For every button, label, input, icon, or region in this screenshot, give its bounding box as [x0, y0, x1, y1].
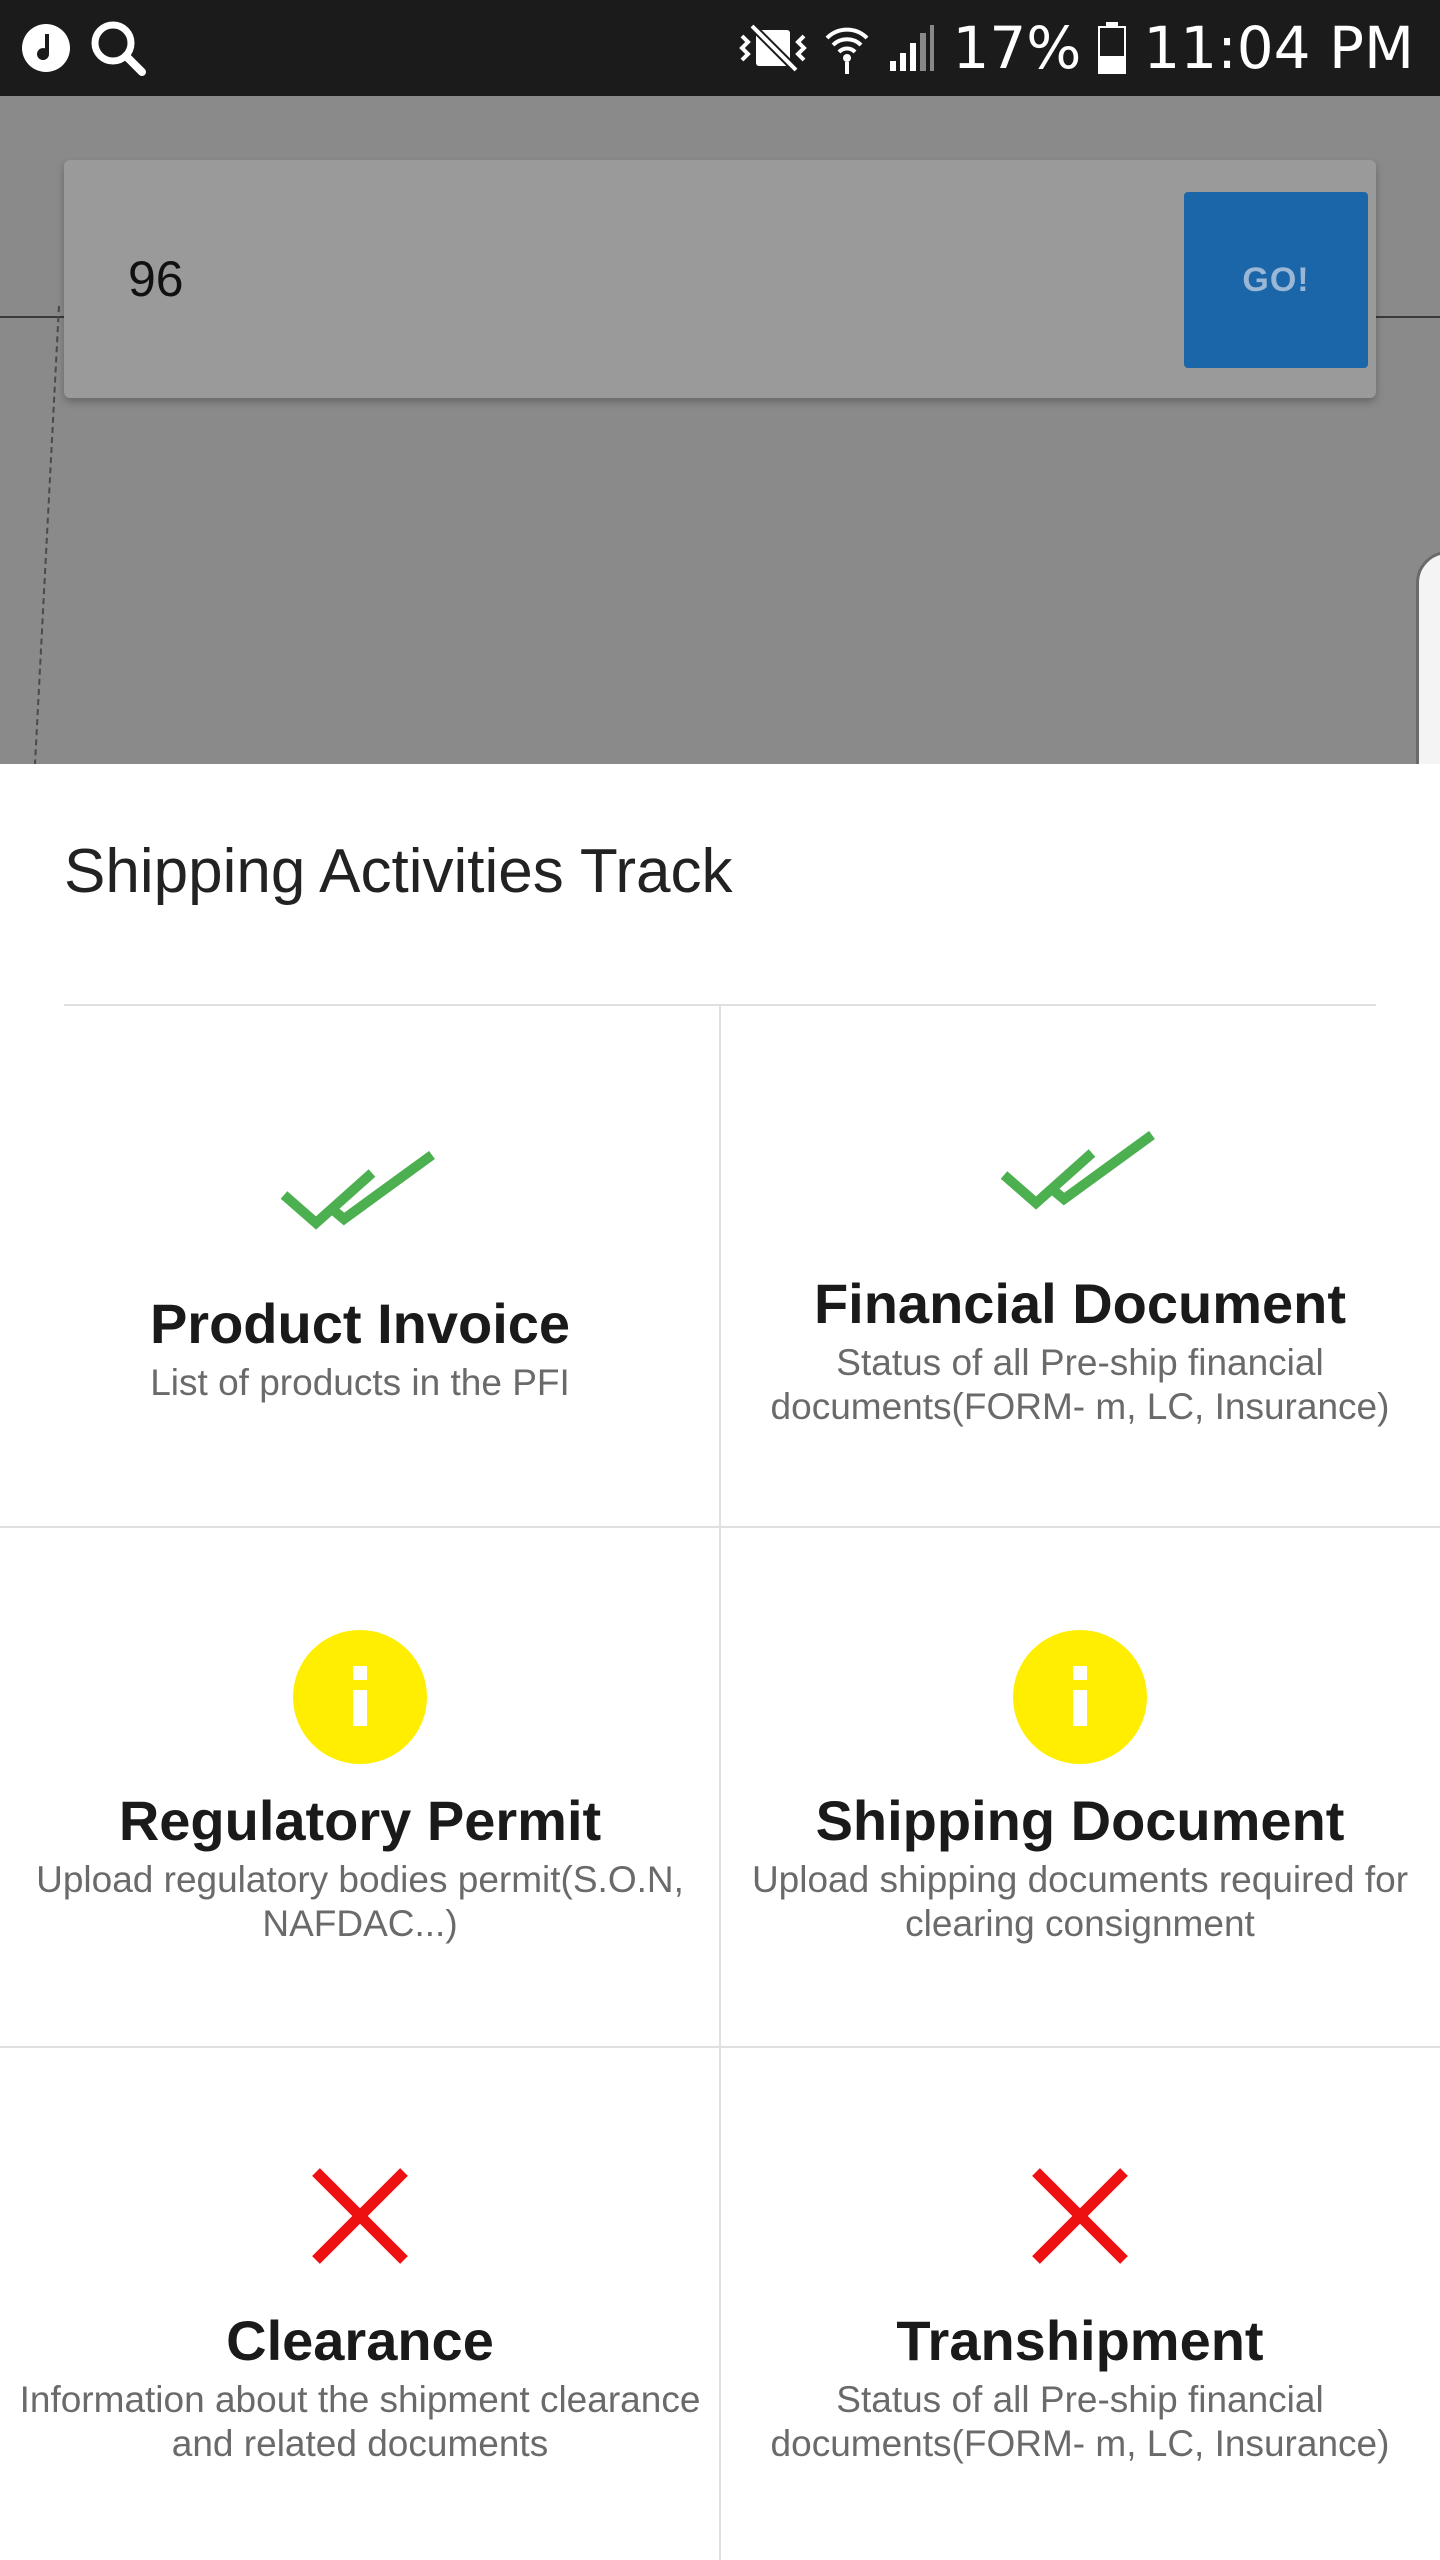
activity-regulatory-permit[interactable]: Regulatory Permit Upload regulatory bodi… [0, 1526, 720, 2046]
battery-percent: 17% [952, 14, 1082, 82]
activity-description: Status of all Pre-ship financial documen… [770, 1341, 1390, 1427]
activity-title: Shipping Document [815, 1789, 1345, 1852]
music-note-icon [22, 24, 70, 72]
map-road [1370, 316, 1440, 318]
activity-title: Transhipment [896, 2309, 1264, 2372]
activity-title: Clearance [226, 2309, 494, 2372]
activity-shipping-document[interactable]: Shipping Document Upload shipping docume… [720, 1526, 1440, 2046]
double-check-icon [1000, 1131, 1155, 1210]
activity-product-invoice[interactable]: Product Invoice List of products in the … [0, 1006, 720, 1526]
shipping-activities-sheet: Shipping Activities Track Product Invoic… [0, 764, 1440, 2560]
map-edge-panel [1416, 551, 1440, 766]
activities-grid: Product Invoice List of products in the … [0, 1006, 1440, 2560]
go-button[interactable]: GO! [1184, 192, 1368, 368]
activity-title: Financial Document [813, 1272, 1347, 1335]
activity-description: Upload shipping documents required for c… [751, 1858, 1409, 1944]
activity-title: Regulatory Permit [118, 1789, 602, 1852]
search-icon [91, 21, 146, 76]
activity-financial-document[interactable]: Financial Document Status of all Pre-shi… [720, 1006, 1440, 1526]
info-icon [293, 1630, 427, 1764]
clock: 11:04 PM [1143, 14, 1414, 82]
search-card: GO! [64, 160, 1376, 398]
mute-vibrate-icon [739, 23, 808, 73]
map-boundary [33, 306, 60, 766]
activity-description: Status of all Pre-ship financial documen… [770, 2378, 1390, 2464]
activity-transhipment[interactable]: Transhipment Status of all Pre-ship fina… [720, 2046, 1440, 2560]
search-input[interactable] [64, 160, 1164, 398]
battery-icon [1098, 22, 1127, 74]
wifi-icon [826, 27, 869, 74]
map-road [0, 316, 70, 318]
activity-description: Upload regulatory bodies permit(S.O.N, N… [36, 1858, 684, 1944]
cross-icon [312, 2168, 408, 2264]
activity-title: Product Invoice [149, 1292, 571, 1355]
double-check-icon [280, 1151, 435, 1230]
signal-icon [890, 25, 935, 71]
status-bar: 17% 11:04 PM [0, 0, 1440, 96]
cross-icon [1032, 2168, 1128, 2264]
sheet-title: Shipping Activities Track [64, 837, 733, 906]
activity-clearance[interactable]: Clearance Information about the shipment… [0, 2046, 720, 2560]
info-icon [1013, 1630, 1147, 1764]
activity-description: List of products in the PFI [150, 1361, 570, 1403]
activity-description: Information about the shipment clearance… [19, 2378, 701, 2464]
